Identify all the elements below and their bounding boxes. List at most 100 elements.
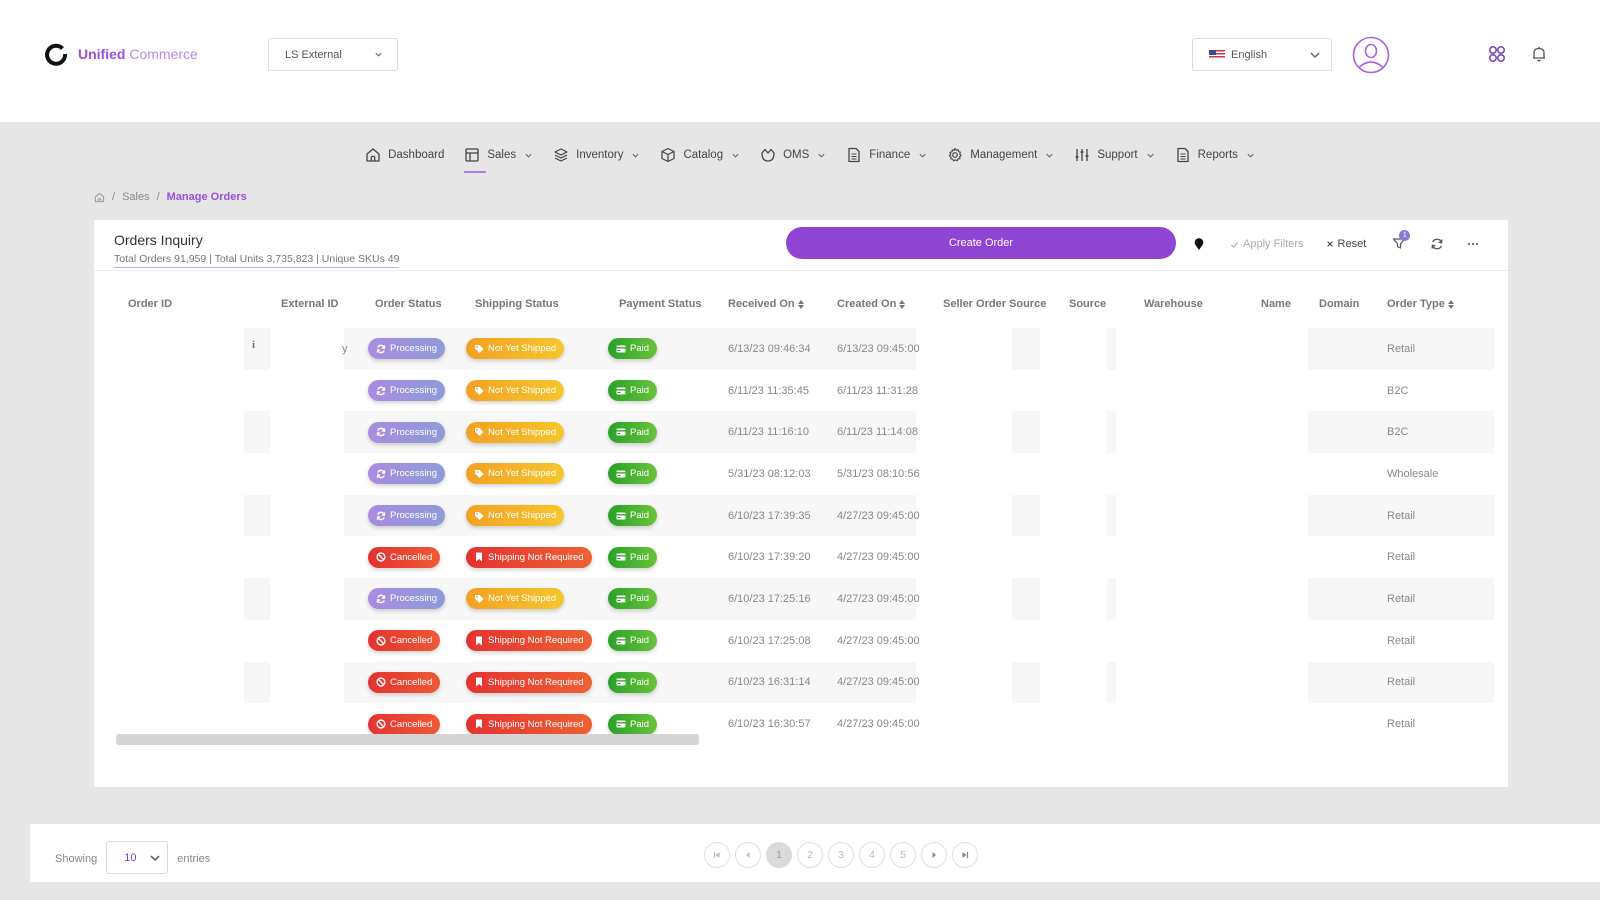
page-button[interactable]: 1 (766, 842, 792, 868)
table-row[interactable]: Cancelled Shipping Not Required Paid 6/10/2… (94, 619, 1494, 662)
sort-icon (899, 299, 906, 309)
payment-status-badge: Paid (608, 338, 658, 360)
nav-item-inventory[interactable]: Inventory (553, 147, 640, 165)
workspace-select[interactable]: LS External (268, 38, 398, 71)
order-status-badge: Cancelled (368, 630, 441, 652)
location-pin-icon[interactable] (1192, 237, 1206, 251)
table-row[interactable]: Processing Not Yet Shipped Paid 6/10/23 17:… (94, 578, 1494, 620)
column-label: External ID (281, 298, 339, 310)
redacted-seller-order-source (916, 494, 1012, 537)
table-row[interactable]: Processing Not Yet Shipped Paid 5/31/23 08:… (94, 453, 1494, 495)
order-type-cell: Retail (1387, 509, 1416, 522)
bell-icon[interactable] (1530, 45, 1548, 63)
shipping-status-badge: Not Yet Shipped (466, 338, 565, 360)
page-button[interactable]: 5 (890, 842, 916, 868)
payment-status-cell: Paid (608, 370, 658, 412)
column-header-warehouse[interactable]: Warehouse (1144, 298, 1203, 310)
refresh-icon[interactable] (1430, 237, 1444, 251)
order-status-badge: Processing (368, 463, 445, 485)
redacted-seller-order-source (916, 661, 1012, 704)
column-header-shipping-status[interactable]: Shipping Status (475, 298, 559, 310)
home-icon[interactable] (94, 192, 105, 203)
credit-card-icon (616, 553, 626, 561)
table-body: i y Processing Not Yet Shipped Paid 6/13/23 0… (94, 328, 1494, 745)
refresh-icon (376, 594, 386, 604)
logo[interactable]: Unified Commerce (44, 42, 198, 66)
column-header-received-on[interactable]: Received On (728, 298, 804, 310)
table-row[interactable]: i y Processing Not Yet Shipped Paid 6/13/23 0… (94, 328, 1494, 370)
language-select[interactable]: English (1192, 38, 1332, 71)
payment-status-badge: Paid (608, 421, 658, 443)
table-row[interactable]: Processing Not Yet Shipped Paid 6/11/23 11:… (94, 411, 1494, 454)
redacted-source (1040, 661, 1107, 704)
nav-item-catalog[interactable]: Catalog (660, 147, 740, 165)
table-row[interactable]: Processing Not Yet Shipped Paid 6/10/23 17:… (94, 494, 1494, 537)
filter-button[interactable]: 1 (1392, 230, 1411, 252)
breadcrumb-current: Manage Orders (166, 191, 247, 203)
credit-card-icon (616, 512, 626, 520)
column-label: Order Status (375, 298, 442, 310)
gear-icon (948, 147, 962, 162)
chevron-down-icon (632, 153, 640, 158)
redacted-warehouse-name-domain (1116, 536, 1308, 579)
nav-item-reports[interactable]: Reports (1175, 147, 1255, 165)
nav-item-sales[interactable]: Sales (464, 147, 533, 173)
shipping-status-cell: Not Yet Shipped (466, 328, 565, 370)
page-button[interactable]: 2 (797, 842, 823, 868)
received-on-cell: 6/10/23 16:30:57 (728, 718, 811, 731)
refresh-icon (376, 427, 386, 437)
column-header-order-type[interactable]: Order Type (1387, 298, 1454, 310)
order-status-badge: Cancelled (368, 671, 441, 693)
nav-item-management[interactable]: Management (947, 147, 1054, 165)
column-header-created-on[interactable]: Created On (837, 298, 906, 310)
apps-grid-icon[interactable] (1488, 45, 1506, 63)
redacted-seller-order-source (916, 578, 1012, 620)
nav-item-oms[interactable]: OMS (760, 147, 826, 165)
breadcrumb-sales[interactable]: Sales (122, 191, 150, 203)
column-header-domain[interactable]: Domain (1319, 298, 1359, 310)
page-size-select[interactable]: 10 (106, 841, 169, 874)
bookmark-icon (476, 677, 482, 687)
more-options-icon[interactable] (1466, 237, 1480, 251)
payment-status-badge: Paid (608, 630, 658, 652)
page-button[interactable]: 4 (859, 842, 885, 868)
redacted-warehouse-name-domain (1116, 661, 1308, 704)
nav-item-finance[interactable]: Finance (846, 147, 927, 165)
prev-page-icon (746, 852, 750, 858)
ban-icon (376, 636, 386, 646)
logo-text-light: Commerce (129, 46, 198, 62)
next-page-button[interactable] (921, 842, 947, 868)
redacted-warehouse-name-domain (1116, 369, 1308, 412)
user-avatar-icon[interactable] (1352, 36, 1390, 74)
prev-page-button[interactable] (735, 842, 761, 868)
last-page-button[interactable] (952, 842, 978, 868)
info-icon[interactable]: i (252, 339, 255, 351)
chevron-down-icon (1046, 153, 1053, 158)
table-row[interactable]: Cancelled Shipping Not Required Paid 6/10/2… (94, 661, 1494, 704)
nav-item-dashboard[interactable]: Dashboard (365, 147, 444, 165)
create-order-button[interactable]: Create Order (786, 227, 1176, 259)
redacted-warehouse-name-domain (1116, 703, 1308, 745)
column-header-order-id[interactable]: Order ID (128, 298, 172, 310)
column-header-external-id[interactable]: External ID (281, 298, 338, 310)
reset-button[interactable]: Reset (1326, 238, 1366, 250)
payment-status-badge: Paid (608, 380, 658, 402)
column-header-seller-order-source[interactable]: Seller Order Source (943, 298, 1046, 310)
column-header-name[interactable]: Name (1261, 298, 1291, 310)
apply-filters-button[interactable]: Apply Filters (1230, 238, 1304, 250)
column-header-order-status[interactable]: Order Status (375, 298, 442, 310)
page-button[interactable]: 3 (828, 842, 854, 868)
table-row[interactable]: Processing Not Yet Shipped Paid 6/11/23 11:… (94, 369, 1494, 412)
basket-icon (761, 148, 775, 162)
order-type-cell: B2C (1387, 426, 1409, 439)
nav-item-support[interactable]: Support (1074, 147, 1154, 165)
first-page-button[interactable] (704, 842, 730, 868)
table-row[interactable]: Cancelled Shipping Not Required Paid 6/10/2… (94, 536, 1494, 579)
credit-card-icon (616, 637, 626, 645)
column-header-source[interactable]: Source (1069, 298, 1106, 310)
chevron-down-icon (1247, 153, 1254, 158)
column-header-payment-status[interactable]: Payment Status (619, 298, 702, 310)
badge-label: Cancelled (390, 551, 433, 563)
horizontal-scrollbar[interactable] (116, 734, 699, 745)
order-type-cell: Retail (1387, 634, 1416, 647)
